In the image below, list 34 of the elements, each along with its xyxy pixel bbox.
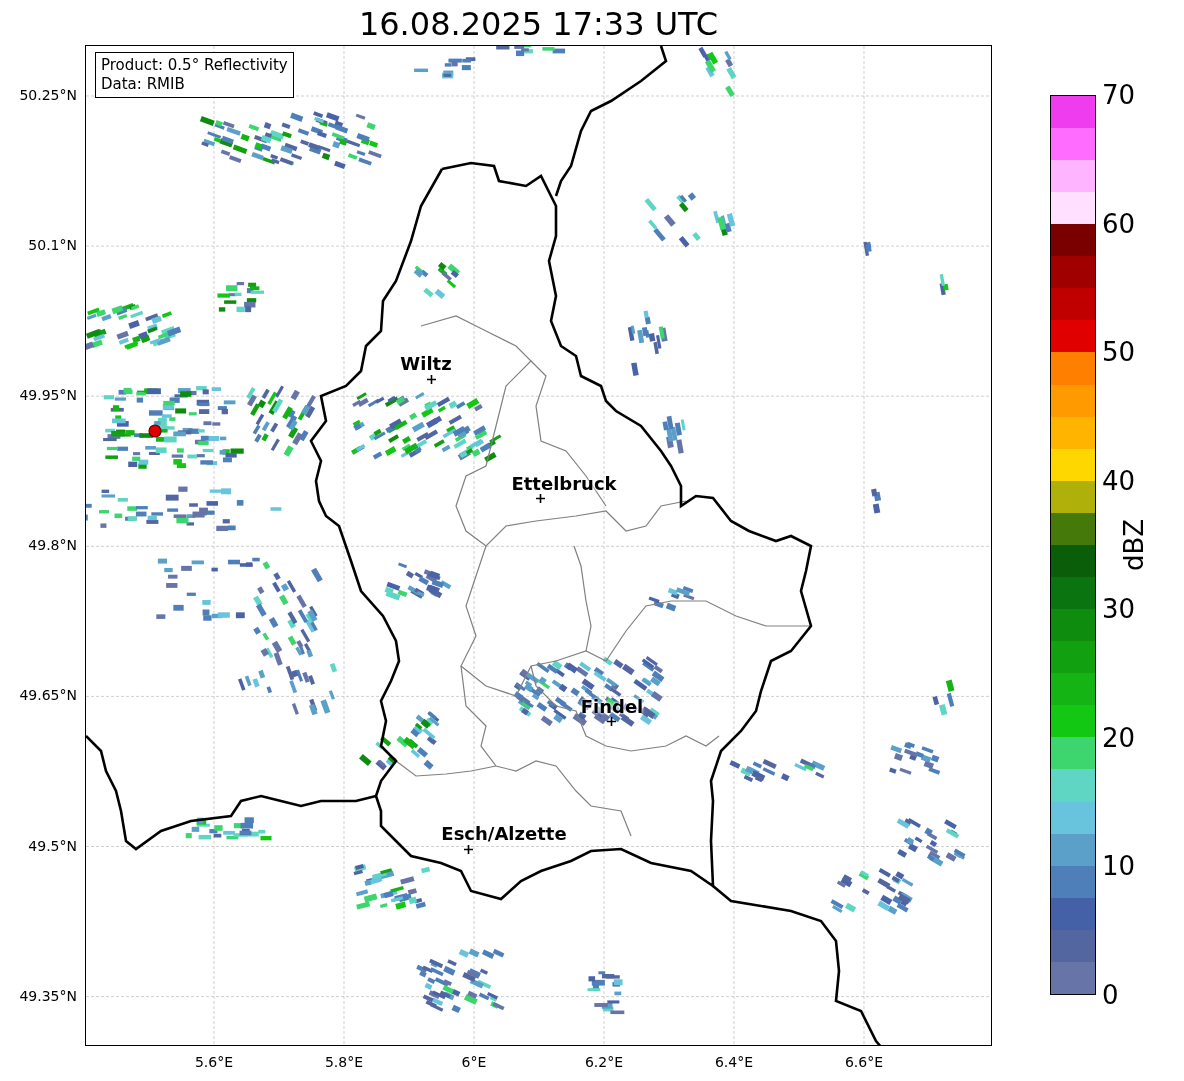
cross-marker-icon — [536, 494, 545, 503]
colorbar-tick-label: 60 — [1102, 208, 1136, 239]
latitude-tick-label: 49.65°N — [19, 687, 77, 704]
city-label: Wiltz — [400, 353, 452, 374]
radar-site-marker — [148, 424, 162, 438]
colorbar-tick-label: 70 — [1102, 80, 1136, 110]
longitude-tick-label: 6°E — [461, 1054, 487, 1070]
longitude-tick-label: 6.2°E — [584, 1054, 624, 1070]
info-text: Data: RMIB — [101, 75, 186, 94]
city-label: Esch/Alzette — [441, 823, 567, 844]
info-text: Product: 0.5° Reflectivity — [101, 56, 288, 75]
latitude-tick-label: 49.95°N — [19, 387, 77, 404]
latitude-tick-label: 49.5°N — [28, 837, 77, 854]
colorbar-tick-label: 30 — [1102, 594, 1136, 625]
longitude-tick-label: 6.6°E — [844, 1054, 884, 1070]
cross-marker-icon — [464, 845, 473, 854]
cross-marker-icon — [607, 717, 616, 726]
latitude-tick-label: 49.35°N — [19, 987, 77, 1004]
latitude-tick-label: 50.25°N — [19, 87, 77, 103]
colorbar-label: dBZ — [1119, 518, 1149, 572]
colorbar-tick-label: 20 — [1102, 722, 1136, 753]
colorbar-tick-label: 40 — [1102, 465, 1136, 496]
longitude-tick-label: 5.6°E — [194, 1054, 234, 1070]
cross-marker-icon — [427, 375, 436, 384]
colorbar-tick-label: 0 — [1102, 980, 1119, 1010]
colorbar-tick-label: 50 — [1102, 337, 1136, 368]
longitude-tick-label: 6.4°E — [714, 1054, 754, 1070]
colorbar-tick-label: 10 — [1102, 851, 1136, 882]
city-label: Ettelbruck — [511, 473, 617, 494]
latitude-tick-label: 49.8°N — [28, 537, 77, 554]
latitude-tick-label: 50.1°N — [28, 237, 77, 254]
city-label: Findel — [580, 696, 644, 717]
chart-title: 16.08.2025 17:33 UTC — [358, 5, 719, 43]
longitude-tick-label: 5.8°E — [324, 1054, 364, 1070]
